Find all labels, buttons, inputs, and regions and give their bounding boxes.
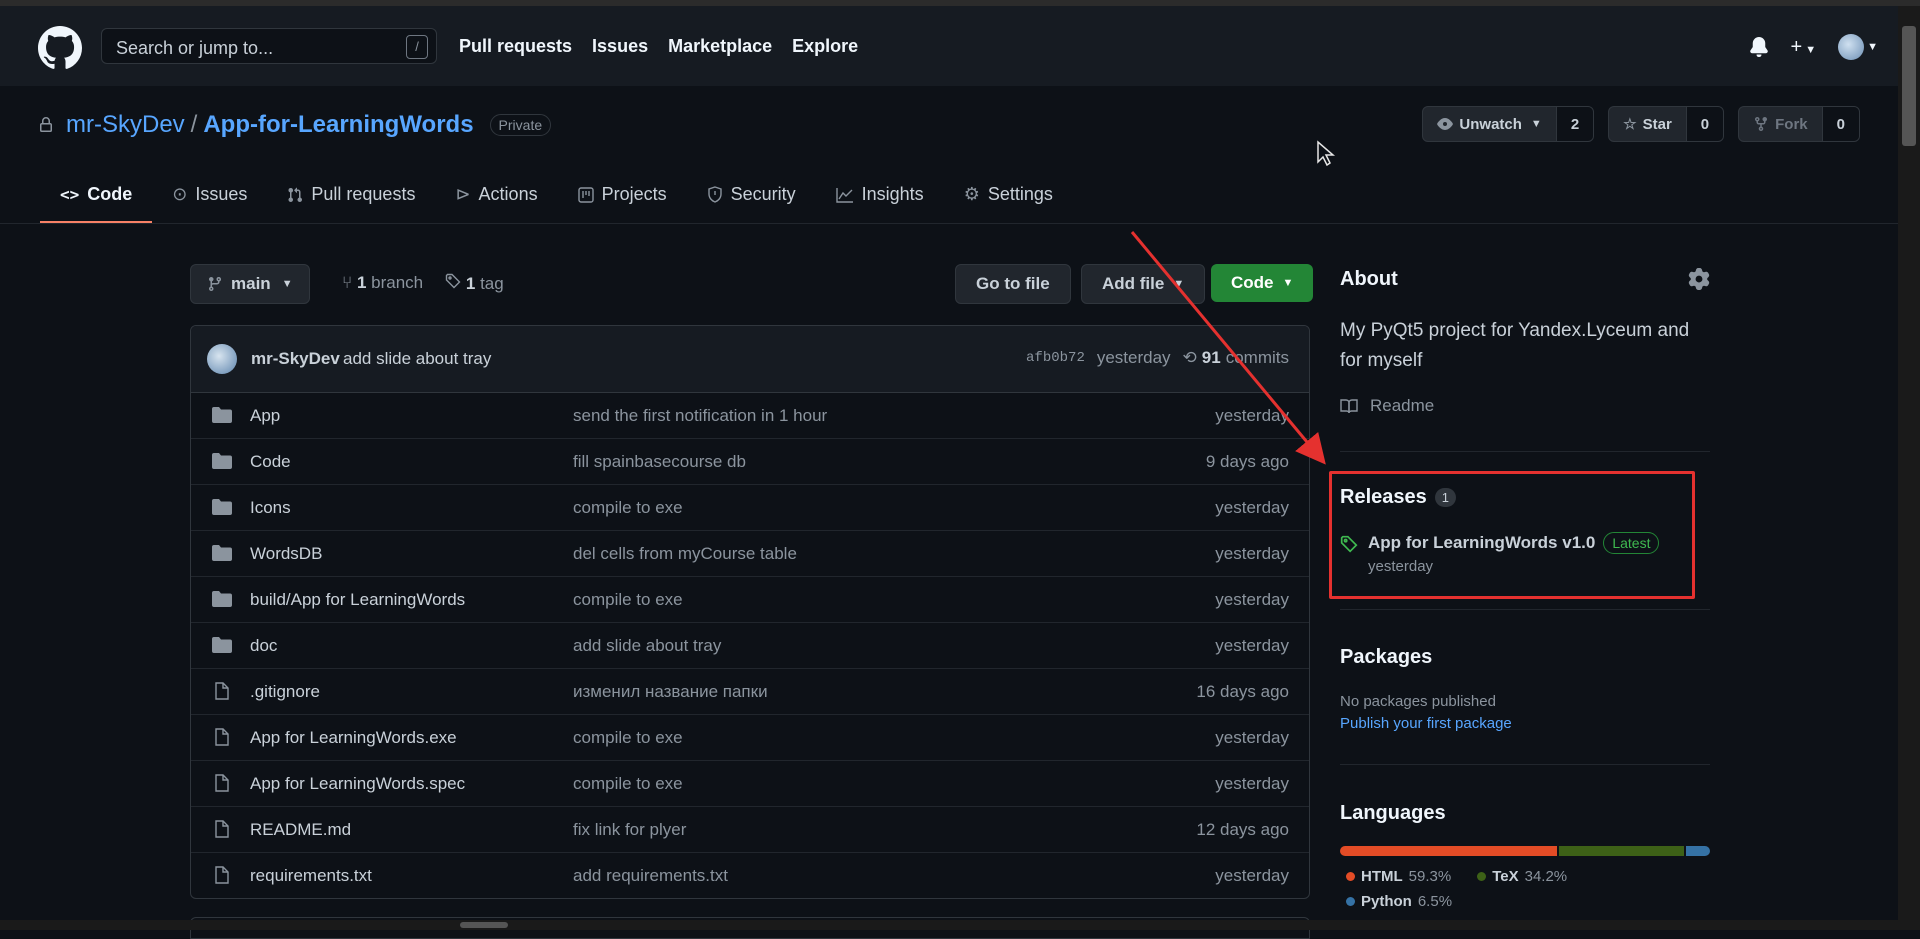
annotation-arrow bbox=[1130, 231, 1326, 465]
horizontal-scrollbar[interactable] bbox=[0, 920, 1898, 930]
scrollbar-thumb[interactable] bbox=[1902, 26, 1916, 146]
mouse-cursor-icon bbox=[1317, 140, 1336, 166]
scrollbar-thumb[interactable] bbox=[460, 922, 508, 928]
vertical-scrollbar[interactable] bbox=[1898, 6, 1920, 930]
